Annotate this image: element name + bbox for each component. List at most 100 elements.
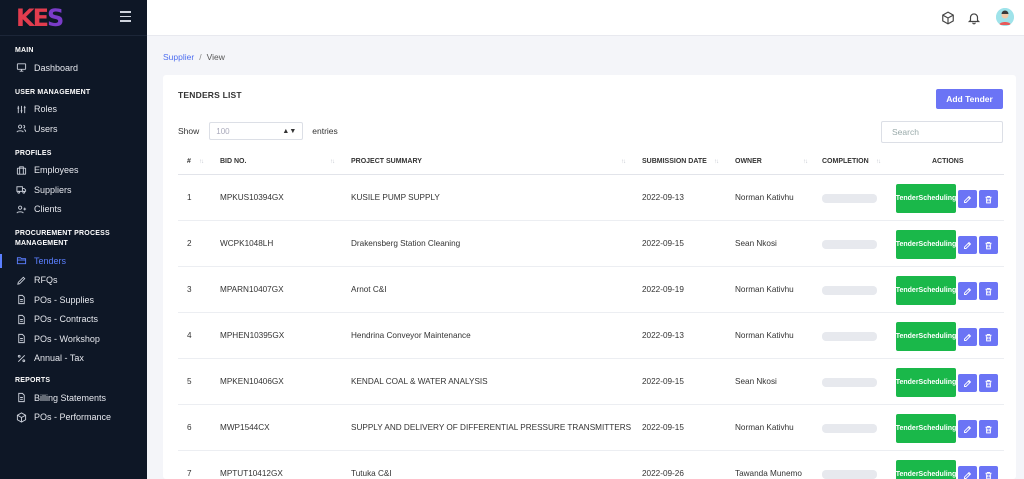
breadcrumb-current: View — [206, 52, 225, 62]
truck-icon — [15, 184, 27, 196]
sidebar-item-tenders[interactable]: Tenders — [0, 251, 147, 271]
cube-icon[interactable] — [941, 11, 955, 25]
tender-scheduling-button[interactable]: Tender Scheduling — [896, 230, 956, 259]
owner-name: Norman Kativhu — [735, 331, 794, 340]
tender-scheduling-button[interactable]: Tender Scheduling — [896, 322, 956, 351]
button-label-line1: Tender — [895, 425, 919, 432]
logo-letter-s: S — [47, 3, 64, 32]
file-icon — [15, 313, 27, 325]
project-summary: KUSILE PUMP SUPPLY — [351, 193, 440, 202]
edit-button[interactable] — [958, 236, 977, 254]
card-title: TENDERS LIST — [178, 90, 242, 100]
pen-icon — [15, 274, 27, 286]
sort-icon: ↑↓ — [330, 159, 335, 165]
edit-button[interactable] — [958, 328, 977, 346]
delete-button[interactable] — [979, 328, 998, 346]
edit-button[interactable] — [958, 466, 977, 479]
completion-progress-bar — [822, 240, 877, 249]
edit-icon — [964, 241, 972, 249]
table-row: 1 MPKUS10394GX KUSILE PUMP SUPPLY 2022-09-1… — [178, 175, 1004, 221]
sidebar-item-pos-workshop[interactable]: POs - Workshop — [0, 329, 147, 349]
sidebar-item-pos-contracts[interactable]: POs - Contracts — [0, 310, 147, 330]
completion-progress-bar — [822, 286, 877, 295]
breadcrumb-supplier-link[interactable]: Supplier — [163, 52, 194, 62]
column-header-owner[interactable]: OWNER ↑↓ — [735, 158, 808, 165]
sidebar-item-dashboard[interactable]: Dashboard — [0, 58, 147, 78]
kes-logo[interactable]: KES — [16, 3, 64, 32]
percent-icon — [15, 352, 27, 364]
row-number: 6 — [187, 423, 192, 432]
column-header-number[interactable]: # ↑↓ — [187, 158, 204, 165]
edit-button[interactable] — [958, 374, 977, 392]
delete-button[interactable] — [979, 236, 998, 254]
button-label-line2: Scheduling — [918, 195, 957, 202]
column-header-actions: ACTIONS — [932, 158, 964, 165]
delete-button[interactable] — [979, 374, 998, 392]
trash-icon — [985, 379, 992, 387]
sidebar-item-employees[interactable]: Employees — [0, 161, 147, 181]
logo-letter-e: E — [32, 3, 49, 32]
nav-section-title: PROFILES — [15, 149, 52, 157]
menu-toggle-icon[interactable] — [120, 11, 131, 22]
completion-progress-bar — [822, 194, 877, 203]
column-header-completion[interactable]: COMPLETION ↑↓ — [822, 158, 881, 165]
tender-scheduling-button[interactable]: Tender Scheduling — [896, 460, 956, 479]
box-icon — [15, 411, 27, 423]
project-summary: Tutuka C&I — [351, 469, 392, 478]
bid-number: MPARN10407GX — [220, 285, 284, 294]
add-tender-button[interactable]: Add Tender — [936, 89, 1003, 109]
search-input[interactable]: Search — [881, 121, 1003, 143]
row-number: 1 — [187, 193, 192, 202]
sort-icon: ↑↓ — [199, 159, 204, 165]
button-label-line1: Tender — [895, 287, 919, 294]
trash-icon — [985, 241, 992, 249]
bell-icon[interactable] — [967, 11, 981, 25]
edit-icon — [964, 195, 972, 203]
delete-button[interactable] — [979, 420, 998, 438]
sidebar-item-suppliers[interactable]: Suppliers — [0, 180, 147, 200]
submission-date: 2022-09-13 — [642, 193, 684, 202]
sidebar-item-annual-tax[interactable]: Annual - Tax — [0, 349, 147, 369]
user-avatar[interactable] — [996, 8, 1014, 26]
tender-scheduling-button[interactable]: Tender Scheduling — [896, 184, 956, 213]
sidebar-item-pos-supplies[interactable]: POs - Supplies — [0, 290, 147, 310]
button-label-line2: Scheduling — [918, 471, 957, 478]
edit-icon — [964, 425, 972, 433]
trash-icon — [985, 425, 992, 433]
delete-button[interactable] — [979, 282, 998, 300]
sidebar-item-pos-performance[interactable]: POs - Performance — [0, 408, 147, 428]
tender-scheduling-button[interactable]: Tender Scheduling — [896, 414, 956, 443]
file-icon — [15, 294, 27, 306]
column-header-project-summary[interactable]: PROJECT SUMMARY ↑↓ — [351, 158, 626, 165]
delete-button[interactable] — [979, 466, 998, 479]
edit-button[interactable] — [958, 282, 977, 300]
project-summary: SUPPLY AND DELIVERY OF DIFFERENTIAL PRES… — [351, 423, 632, 432]
column-header-submission-date[interactable]: SUBMISSION DATE ↑↓ — [642, 158, 719, 165]
button-label-line1: Tender — [895, 195, 919, 202]
completion-progress-bar — [822, 332, 877, 341]
edit-button[interactable] — [958, 420, 977, 438]
users-icon — [15, 123, 27, 135]
sidebar-item-billing-statements[interactable]: Billing Statements — [0, 388, 147, 408]
logo-letter-k: K — [16, 3, 35, 32]
monitor-icon — [15, 62, 27, 74]
column-header-bid-no[interactable]: BID NO. ↑↓ — [220, 158, 335, 165]
tender-scheduling-button[interactable]: Tender Scheduling — [896, 368, 956, 397]
sidebar-item-label: Billing Statements — [34, 392, 107, 403]
delete-button[interactable] — [979, 190, 998, 208]
sidebar-item-users[interactable]: Users — [0, 119, 147, 139]
sidebar-item-roles[interactable]: Roles — [0, 100, 147, 120]
show-label: Show — [178, 126, 200, 136]
edit-button[interactable] — [958, 190, 977, 208]
sort-icon: ↑↓ — [621, 159, 626, 165]
sidebar-item-label: Clients — [34, 204, 62, 215]
project-summary: KENDAL COAL & WATER ANALYSIS — [351, 377, 488, 386]
entries-select[interactable]: 100 ▲▼ — [209, 122, 304, 140]
row-number: 5 — [187, 377, 192, 386]
sidebar-item-clients[interactable]: Clients — [0, 200, 147, 220]
file-icon — [15, 392, 27, 404]
tender-scheduling-button[interactable]: Tender Scheduling — [896, 276, 956, 305]
sidebar-item-rfqs[interactable]: RFQs — [0, 271, 147, 291]
owner-name: Norman Kativhu — [735, 423, 794, 432]
nav-section-title: MAIN — [15, 47, 34, 54]
